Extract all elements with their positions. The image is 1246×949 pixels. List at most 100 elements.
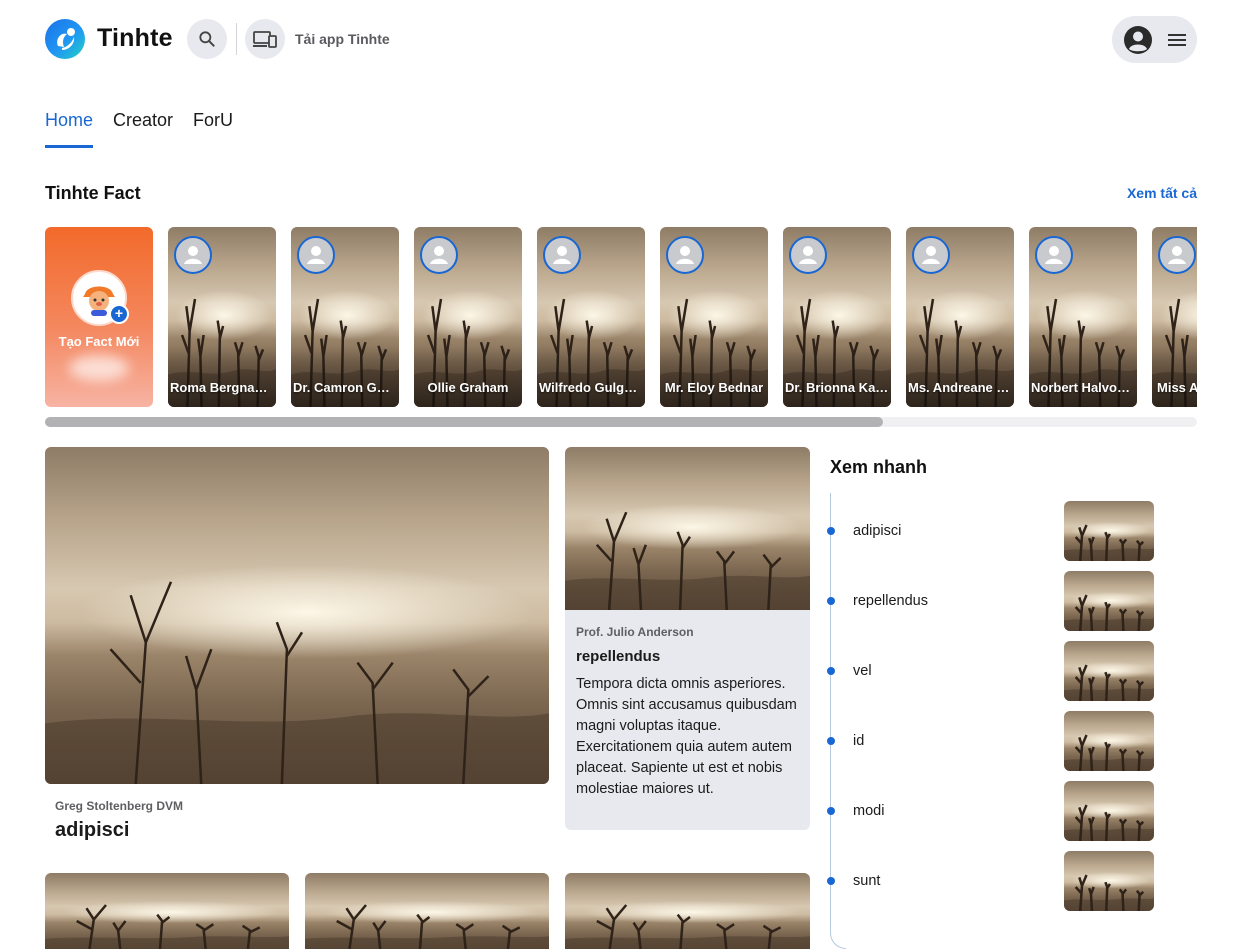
- account-menu-button[interactable]: [1112, 16, 1197, 63]
- article-card-author[interactable]: Prof. Julio Anderson: [576, 625, 694, 639]
- photo-artwork: [1064, 781, 1154, 841]
- photo-artwork: [1064, 571, 1154, 631]
- fact-author-name: Dr. Brionna Kautzer: [785, 380, 891, 395]
- account-circle-icon: [1124, 25, 1152, 54]
- fact-author-name: Ms. Andreane Hills: [908, 380, 1014, 395]
- search-icon: [199, 31, 215, 47]
- tab-home[interactable]: Home: [45, 110, 94, 148]
- user-avatar-icon: [297, 236, 335, 274]
- quick-view-thumb[interactable]: [1064, 711, 1154, 771]
- timeline-dot: [827, 597, 835, 605]
- quick-view-item[interactable]: modi: [826, 781, 1156, 841]
- fact-card[interactable]: Ms. Andreane Hills: [906, 227, 1014, 407]
- fact-card[interactable]: Dr. Camron Gusikowski: [291, 227, 399, 407]
- fact-card[interactable]: Dr. Brionna Kautzer: [783, 227, 891, 407]
- fact-author-name: Ollie Graham: [427, 380, 509, 395]
- fact-card[interactable]: Norbert Halvorson: [1029, 227, 1137, 407]
- tab-creator[interactable]: Creator: [113, 110, 173, 148]
- fact-author-name: Mr. Eloy Bednar: [664, 380, 764, 395]
- article-thumb[interactable]: [45, 873, 289, 949]
- photo-artwork: [1064, 501, 1154, 561]
- add-icon: +: [109, 304, 129, 324]
- quick-view-label[interactable]: adipisci: [853, 523, 901, 539]
- see-all-link[interactable]: Xem tất cả: [1127, 185, 1197, 201]
- quick-view-title: Xem nhanh: [830, 457, 928, 477]
- create-fact-card[interactable]: + Tạo Fact Mới: [45, 227, 153, 407]
- search-button[interactable]: [187, 19, 227, 59]
- quick-view-label[interactable]: sunt: [853, 873, 880, 889]
- quick-view-label[interactable]: modi: [853, 803, 884, 819]
- quick-view-item[interactable]: sunt: [826, 851, 1156, 911]
- photo-artwork: [1064, 711, 1154, 771]
- hero-article-author[interactable]: Greg Stoltenberg DVM: [55, 799, 183, 813]
- download-app-button[interactable]: [245, 19, 285, 59]
- user-avatar-icon: [1035, 236, 1073, 274]
- hero-article-image[interactable]: [45, 447, 549, 784]
- card-shade: [537, 347, 645, 407]
- card-shade: [168, 347, 276, 407]
- create-fact-label: Tạo Fact Mới: [58, 334, 140, 349]
- card-shade: [291, 347, 399, 407]
- fact-card[interactable]: Wilfredo Gulgowski: [537, 227, 645, 407]
- user-avatar-icon: [420, 236, 458, 274]
- article-thumb[interactable]: [565, 873, 810, 949]
- card-glow: [69, 355, 129, 381]
- card-shade: [783, 347, 891, 407]
- card-shade: [906, 347, 1014, 407]
- card-shade: [1152, 347, 1197, 407]
- hero-article-title[interactable]: adipisci: [55, 819, 129, 842]
- devices-icon: [253, 31, 277, 48]
- header-divider: [236, 23, 237, 55]
- quick-view-item[interactable]: repellendus: [826, 571, 1156, 631]
- article-card[interactable]: Prof. Julio Anderson repellendus Tempora…: [565, 447, 810, 830]
- timeline-dot: [827, 667, 835, 675]
- user-avatar-icon: [789, 236, 827, 274]
- photo-artwork: [1064, 641, 1154, 701]
- user-avatar-icon: [174, 236, 212, 274]
- quick-view-timeline-end: [830, 925, 846, 949]
- fact-card[interactable]: Miss Ashly: [1152, 227, 1197, 407]
- timeline-dot: [827, 527, 835, 535]
- user-avatar-icon: [666, 236, 704, 274]
- photo-artwork: [565, 447, 810, 610]
- quick-view-item[interactable]: vel: [826, 641, 1156, 701]
- quick-view-item[interactable]: adipisci: [826, 501, 1156, 561]
- user-avatar-icon: [1158, 236, 1196, 274]
- article-thumb[interactable]: [305, 873, 549, 949]
- menu-icon: [1168, 33, 1186, 46]
- photo-artwork: [565, 873, 810, 949]
- quick-view-thumb[interactable]: [1064, 781, 1154, 841]
- fact-scrollbar-thumb[interactable]: [45, 417, 883, 427]
- quick-view-label[interactable]: id: [853, 733, 864, 749]
- main-tabs: Home Creator ForU: [45, 110, 233, 148]
- article-card-image[interactable]: [565, 447, 810, 610]
- user-avatar-icon: [912, 236, 950, 274]
- timeline-dot: [827, 807, 835, 815]
- quick-view-item[interactable]: id: [826, 711, 1156, 771]
- article-card-excerpt: Tempora dicta omnis asperiores. Omnis si…: [576, 676, 797, 797]
- quick-view-label[interactable]: repellendus: [853, 593, 928, 609]
- article-card-title[interactable]: repellendus: [576, 648, 660, 665]
- fact-strip: + Tạo Fact Mới Roma Bergnaum Dr. Camron …: [45, 227, 1197, 407]
- tinhte-logo[interactable]: [45, 19, 85, 59]
- card-shade: [660, 347, 768, 407]
- fact-card[interactable]: Ollie Graham: [414, 227, 522, 407]
- quick-view-label[interactable]: vel: [853, 663, 872, 679]
- brand-name[interactable]: Tinhte: [97, 24, 173, 53]
- fact-card[interactable]: Mr. Eloy Bednar: [660, 227, 768, 407]
- quick-view-thumb[interactable]: [1064, 501, 1154, 561]
- download-app-label[interactable]: Tải app Tinhte: [295, 31, 390, 47]
- user-avatar-icon: [543, 236, 581, 274]
- fact-author-name: Norbert Halvorson: [1031, 380, 1137, 395]
- tab-foru[interactable]: ForU: [193, 110, 233, 148]
- photo-artwork: [1064, 851, 1154, 911]
- fact-card[interactable]: Roma Bergnaum: [168, 227, 276, 407]
- photo-artwork: [305, 873, 549, 949]
- quick-view-thumb[interactable]: [1064, 571, 1154, 631]
- quick-view-thumb[interactable]: [1064, 641, 1154, 701]
- photo-artwork: [45, 873, 289, 949]
- quick-view-thumb[interactable]: [1064, 851, 1154, 911]
- card-shade: [414, 347, 522, 407]
- fact-scrollbar[interactable]: [45, 417, 1197, 427]
- fact-section-title: Tinhte Fact: [45, 183, 141, 203]
